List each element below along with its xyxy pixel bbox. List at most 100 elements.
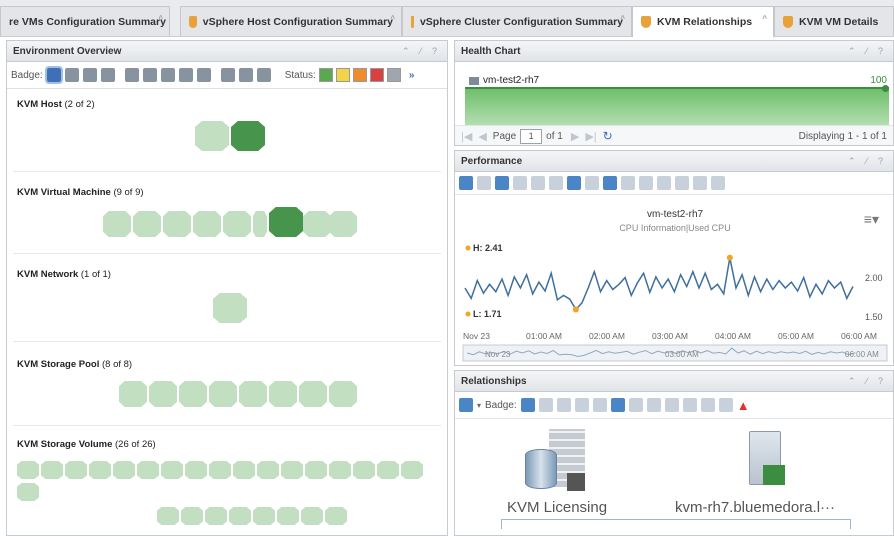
low-marker[interactable]: [572, 306, 579, 313]
kvm-vm-object[interactable]: [269, 207, 303, 237]
kvm-storage-volume-object[interactable]: [257, 461, 279, 479]
health-badge-icon[interactable]: [520, 398, 535, 412]
stress-badge-icon[interactable]: [196, 68, 211, 82]
kvm-storage-volume-object[interactable]: [157, 507, 179, 525]
more-icon[interactable]: »: [409, 70, 415, 81]
kvm-storage-pool-object[interactable]: [179, 381, 207, 407]
warning-badge-icon[interactable]: [82, 68, 97, 82]
reclaimable-badge-icon[interactable]: [238, 68, 253, 82]
remove-icon[interactable]: [657, 176, 671, 190]
capacity-badge-icon[interactable]: [178, 68, 193, 82]
trend-line-icon[interactable]: [549, 176, 563, 190]
tab-vsphere-host-configuration-summary[interactable]: vSphere Host Configuration Summary ^: [180, 6, 402, 36]
reset-icon[interactable]: [675, 176, 689, 190]
zoom-in-icon[interactable]: [664, 398, 679, 412]
kvm-storage-volume-object[interactable]: [17, 461, 39, 479]
kvm-storage-volume-object[interactable]: [377, 461, 399, 479]
kvm-storage-volume-object[interactable]: [233, 461, 255, 479]
tab-menu-icon[interactable]: ^: [762, 14, 767, 23]
kvm-storage-volume-object[interactable]: [89, 461, 111, 479]
workload-badge-icon[interactable]: [124, 68, 139, 82]
kvm-vm-object[interactable]: [163, 211, 191, 237]
kvm-storage-volume-object[interactable]: [41, 461, 63, 479]
status-orange-icon[interactable]: [352, 68, 367, 82]
kvm-storage-volume-object[interactable]: [281, 461, 303, 479]
date-controls-icon[interactable]: [693, 176, 707, 190]
kvm-storage-pool-object[interactable]: [329, 381, 357, 407]
panel-controls[interactable]: ⌃ ⁄ ?: [848, 46, 887, 57]
kvm-storage-volume-object[interactable]: [209, 461, 231, 479]
kvm-vm-object[interactable]: [223, 211, 251, 237]
kvm-vm-object[interactable]: [133, 211, 161, 237]
stacked-chart-icon[interactable]: [477, 176, 491, 190]
kvm-storage-volume-object[interactable]: [401, 461, 423, 479]
kvm-vm-object[interactable]: [103, 211, 131, 237]
dynamic-threshold-icon[interactable]: [531, 176, 545, 190]
kvm-vm-object[interactable]: [253, 211, 267, 237]
kvm-storage-pool-object[interactable]: [239, 381, 267, 407]
zoom-in-icon[interactable]: [585, 176, 599, 190]
zoom-all-icon[interactable]: [567, 176, 581, 190]
risk-badge-icon[interactable]: [64, 68, 79, 82]
status-green-icon[interactable]: [318, 68, 333, 82]
kvm-storage-volume-object[interactable]: [65, 461, 87, 479]
kvm-storage-pool-object[interactable]: [119, 381, 147, 407]
anomalies-badge-icon[interactable]: [142, 68, 157, 82]
kvm-storage-volume-object[interactable]: [305, 461, 327, 479]
tab-menu-icon[interactable]: ^: [620, 14, 625, 23]
tab-kvm-relationships[interactable]: KVM Relationships ^: [632, 6, 774, 37]
kvm-storage-volume-object[interactable]: [353, 461, 375, 479]
efficiency-badge-icon[interactable]: [556, 398, 571, 412]
tab-menu-icon[interactable]: ^: [390, 14, 395, 23]
tab-vms-configuration-summary[interactable]: re VMs Configuration Summary ^: [0, 6, 170, 36]
kvm-host-node-icon[interactable]: [749, 431, 789, 491]
kvm-storage-volume-object[interactable]: [113, 461, 135, 479]
refresh-icon[interactable]: ↻: [603, 129, 613, 143]
pan-icon[interactable]: [592, 398, 607, 412]
fit-icon[interactable]: [574, 398, 589, 412]
kvm-vm-object[interactable]: [193, 211, 221, 237]
panel-controls[interactable]: ⌃ ⁄ ?: [402, 46, 441, 57]
alert-icon[interactable]: ▲: [737, 398, 750, 413]
panel-controls[interactable]: ⌃ ⁄ ?: [848, 156, 887, 167]
status-yellow-icon[interactable]: [335, 68, 350, 82]
time-remaining-badge-icon[interactable]: [220, 68, 235, 82]
kvm-storage-volume-object[interactable]: [329, 461, 351, 479]
faults-badge-icon[interactable]: [160, 68, 175, 82]
filter-icon[interactable]: [646, 398, 661, 412]
kvm-storage-volume-object[interactable]: [137, 461, 159, 479]
first-page-icon[interactable]: |◀: [461, 130, 472, 143]
kvm-storage-volume-object[interactable]: [161, 461, 183, 479]
tab-kvm-vm-details[interactable]: KVM VM Details: [774, 6, 894, 36]
last-page-icon[interactable]: ▶|: [585, 130, 596, 143]
kvm-storage-volume-object[interactable]: [17, 483, 39, 501]
kvm-storage-volume-object[interactable]: [253, 507, 275, 525]
kvm-vm-object[interactable]: [329, 211, 357, 237]
status-red-icon[interactable]: [369, 68, 384, 82]
split-chart-icon[interactable]: [513, 176, 527, 190]
fit-icon[interactable]: [639, 176, 653, 190]
kvm-host-object[interactable]: [195, 121, 229, 151]
kvm-host-object[interactable]: [231, 121, 265, 151]
kvm-storage-volume-object[interactable]: [205, 507, 227, 525]
prev-page-icon[interactable]: ◀: [478, 130, 486, 143]
kvm-storage-volume-object[interactable]: [301, 507, 323, 525]
zoom-icon[interactable]: [628, 398, 643, 412]
calendar-icon[interactable]: [711, 176, 725, 190]
zoom-view-icon[interactable]: [603, 176, 617, 190]
density-badge-icon[interactable]: [256, 68, 271, 82]
chart-menu-icon[interactable]: ≡▾: [864, 211, 879, 228]
efficiency-badge-icon[interactable]: [100, 68, 115, 82]
kvm-storage-volume-object[interactable]: [185, 461, 207, 479]
kvm-licensing-node-icon[interactable]: [525, 429, 589, 491]
risk-badge-icon[interactable]: [538, 398, 553, 412]
kvm-storage-volume-object[interactable]: [229, 507, 251, 525]
layout-dropdown-icon[interactable]: ▾: [477, 401, 481, 410]
chart-icon[interactable]: [718, 398, 733, 412]
kvm-network-object[interactable]: [213, 293, 247, 323]
kvm-storage-volume-object[interactable]: [325, 507, 347, 525]
layout-icon[interactable]: [459, 398, 473, 412]
kvm-storage-pool-object[interactable]: [149, 381, 177, 407]
page-input[interactable]: 1: [520, 128, 543, 144]
chart-mode-icon[interactable]: [459, 176, 473, 190]
